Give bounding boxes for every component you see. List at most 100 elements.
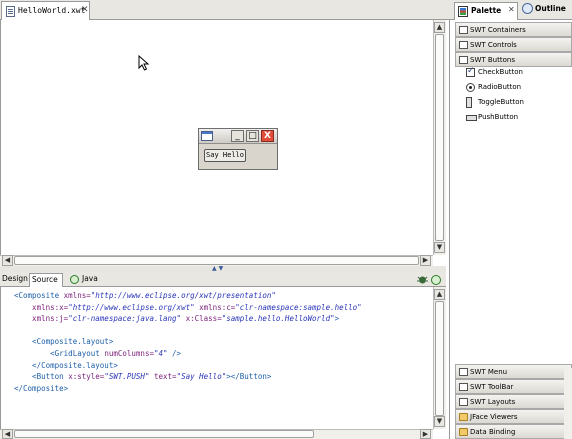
code-token: "SWT.PUSH" (104, 372, 150, 382)
palette-item-label: CheckButton (478, 68, 523, 76)
code-token: numColumns= (104, 349, 154, 358)
canvas-vertical-scrollbar[interactable]: ▲ ▼ (433, 20, 446, 255)
push-button-icon (466, 115, 477, 121)
palette-drawer-label: SWT ToolBar (470, 383, 514, 391)
palette-scrollbar[interactable] (564, 368, 572, 439)
editor-tab-label: HelloWorld.xwt (18, 6, 86, 15)
drawer-icon (459, 56, 468, 64)
scroll-right-icon[interactable]: ▶ (420, 255, 431, 266)
run-icon[interactable] (431, 275, 441, 285)
scroll-right-icon[interactable]: ▶ (420, 429, 431, 439)
code-token: "http://www.eclipse.org/xwt" (68, 302, 195, 312)
maximize-button[interactable]: □ (246, 130, 259, 142)
code-token: <Composite.layout> (14, 337, 114, 347)
source-code-line: </Composite.layout> (14, 361, 118, 371)
palette-drawer[interactable]: JFace Viewers (455, 409, 572, 424)
scroll-thumb[interactable] (14, 256, 419, 265)
source-code-line: <Composite xmlns="http://www.eclipse.org… (14, 291, 276, 301)
code-token: x:Class= (181, 314, 222, 324)
tab-palette[interactable]: Palette ✕ (454, 2, 518, 20)
palette-drawer-label: SWT Buttons (470, 56, 515, 64)
say-hello-button[interactable]: Say Hello (204, 149, 246, 162)
minimize-button[interactable]: _ (231, 130, 244, 142)
folder-icon (459, 428, 468, 436)
close-button[interactable]: X (261, 130, 274, 142)
drawer-icon (459, 368, 468, 376)
scroll-up-icon[interactable]: ▲ (434, 289, 445, 300)
palette-drawer[interactable]: SWT Buttons (455, 52, 572, 67)
code-token: xmlns:x= (14, 302, 69, 312)
palette-drawer-label: JFace Viewers (470, 413, 518, 421)
tab-outline-label: Outline (535, 4, 566, 13)
code-token: x:style= (68, 372, 105, 382)
palette-item-label: PushButton (478, 113, 519, 121)
palette-drawer[interactable]: SWT Layouts (455, 394, 572, 409)
scroll-thumb[interactable] (435, 34, 444, 241)
code-token: </Composite> (14, 383, 69, 393)
toggle-button-icon (466, 97, 472, 108)
scroll-down-icon[interactable]: ▼ (434, 416, 445, 427)
checkbox-icon (466, 66, 475, 77)
source-code-line: xmlns:x="http://www.eclipse.org/xwt" xml… (14, 303, 362, 313)
scroll-thumb[interactable] (435, 301, 444, 416)
tab-java-label: Java (82, 274, 98, 283)
palette-item[interactable]: CheckButton (466, 66, 566, 80)
palette-icon (458, 6, 468, 17)
scroll-left-icon[interactable]: ◀ (2, 429, 13, 439)
splitter-toggle-icon[interactable]: ▲▼ (212, 265, 225, 272)
source-horizontal-scrollbar[interactable]: ◀ ▶ (0, 429, 433, 439)
code-token: </Composite.layout> (14, 360, 118, 370)
code-token: xmlns:j= (14, 314, 69, 324)
palette-drawer-label: SWT Layouts (470, 398, 516, 406)
palette-drawer-label: SWT Controls (470, 41, 517, 49)
palette-drawer[interactable]: Data Binding (455, 424, 572, 439)
palette-drawer[interactable]: SWT Menu (455, 364, 572, 379)
close-tab-icon[interactable]: ✕ (81, 5, 89, 15)
source-vertical-scrollbar[interactable]: ▲ ▼ (433, 287, 446, 429)
scroll-left-icon[interactable]: ◀ (2, 255, 13, 266)
drawer-icon (459, 398, 468, 406)
drawer-icon (459, 26, 468, 34)
outline-icon (522, 3, 533, 14)
close-view-icon[interactable]: ✕ (508, 5, 515, 14)
window-app-icon (201, 131, 213, 141)
preview-shell-window[interactable]: _ □ X Say Hello (198, 128, 278, 170)
code-token: xmlns= (63, 291, 91, 300)
code-token: /> (167, 349, 182, 358)
code-token: > (334, 314, 340, 324)
scroll-up-icon[interactable]: ▲ (434, 22, 445, 33)
code-token: text= (149, 372, 177, 382)
palette-drawer-label: SWT Containers (470, 26, 526, 34)
java-class-icon (70, 275, 79, 284)
palette-item-label: RadioButton (478, 83, 522, 91)
xwt-file-icon (6, 6, 15, 17)
palette-drawer[interactable]: SWT Containers (455, 22, 572, 37)
code-token: "clr-namespace:java.lang" (68, 314, 182, 324)
source-code-line: xmlns:j="clr-namespace:java.lang" x:Clas… (14, 314, 339, 324)
tab-source[interactable]: Source (29, 273, 63, 288)
mode-tab-bar: Design Source Java (0, 272, 446, 288)
code-token: "4" (153, 349, 168, 358)
code-token: xmlns:c= (194, 302, 236, 312)
palette-drawer-label: SWT Menu (470, 368, 508, 376)
drawer-icon (459, 383, 468, 391)
palette-item-label: ToggleButton (478, 98, 524, 106)
source-code-line: <GridLayout numColumns="4" /> (14, 349, 181, 359)
tab-design[interactable]: Design (2, 273, 28, 287)
radio-icon (466, 83, 475, 92)
shell-title-bar[interactable]: _ □ X (199, 129, 277, 144)
palette-drawer[interactable]: SWT ToolBar (455, 379, 572, 394)
code-token: <Button (14, 372, 69, 382)
source-code-line: <Composite.layout> (14, 337, 113, 347)
source-code-line: <Button x:style="SWT.PUSH" text="Say Hel… (14, 372, 271, 382)
editor-tab-helloworld[interactable]: HelloWorld.xwt ✕ (1, 1, 90, 20)
palette-item[interactable]: RadioButton (466, 82, 566, 95)
drawer-icon (459, 41, 468, 49)
shell-client-area: Say Hello (199, 144, 277, 169)
palette-drawer[interactable]: SWT Controls (455, 37, 572, 52)
debug-icon[interactable] (417, 275, 428, 284)
palette-item[interactable]: PushButton (466, 112, 566, 125)
scroll-down-icon[interactable]: ▼ (434, 242, 445, 253)
scroll-thumb[interactable] (14, 430, 314, 438)
palette-item[interactable]: ToggleButton (466, 97, 566, 110)
